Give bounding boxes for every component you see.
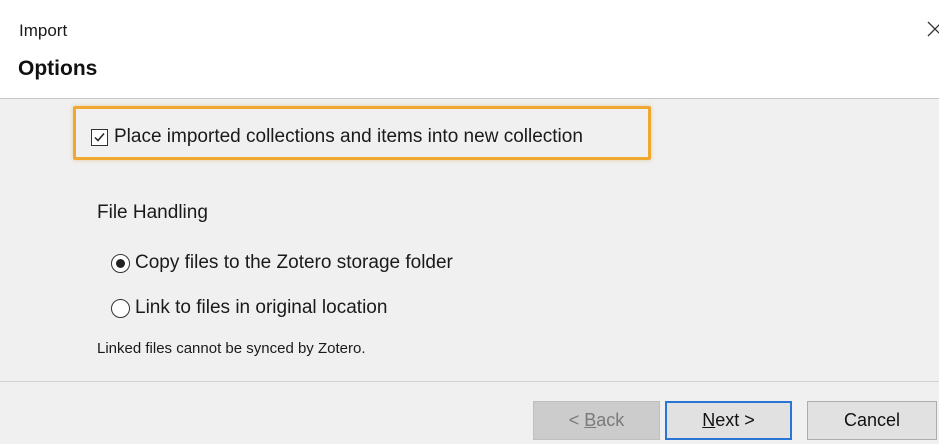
- options-panel: Place imported collections and items int…: [0, 99, 939, 381]
- back-button[interactable]: < Back: [533, 401, 660, 440]
- back-mnemonic: B: [584, 410, 597, 430]
- new-collection-option[interactable]: Place imported collections and items int…: [91, 126, 583, 148]
- checkmark-icon: [94, 132, 105, 142]
- close-button[interactable]: [925, 18, 939, 38]
- link-files-radio[interactable]: [111, 298, 130, 318]
- link-files-label: Link to files in original location: [135, 297, 388, 318]
- close-icon: [927, 21, 939, 37]
- new-collection-checkbox[interactable]: [91, 128, 108, 146]
- next-button[interactable]: Next >: [665, 401, 792, 440]
- back-prefix: <: [568, 410, 585, 430]
- sync-note: Linked files cannot be synced by Zotero.: [97, 340, 366, 357]
- back-rest: ack: [596, 410, 625, 430]
- button-bar: < Back Next > Cancel: [0, 381, 939, 444]
- import-dialog: Import Options Place imported collection…: [0, 0, 939, 444]
- new-collection-label: Place imported collections and items int…: [114, 126, 583, 147]
- radio-selected-dot: [116, 258, 125, 268]
- copy-files-label: Copy files to the Zotero storage folder: [135, 252, 453, 273]
- link-files-option[interactable]: Link to files in original location: [111, 297, 387, 319]
- cancel-button[interactable]: Cancel: [807, 401, 937, 440]
- dialog-header: Import Options: [0, 0, 939, 99]
- window-title: Import: [19, 21, 68, 40]
- next-mnemonic: N: [702, 410, 716, 430]
- page-heading: Options: [18, 57, 98, 80]
- next-rest: ext >: [715, 410, 755, 430]
- copy-files-option[interactable]: Copy files to the Zotero storage folder: [111, 252, 453, 274]
- file-handling-label: File Handling: [97, 202, 208, 223]
- copy-files-radio[interactable]: [111, 253, 130, 273]
